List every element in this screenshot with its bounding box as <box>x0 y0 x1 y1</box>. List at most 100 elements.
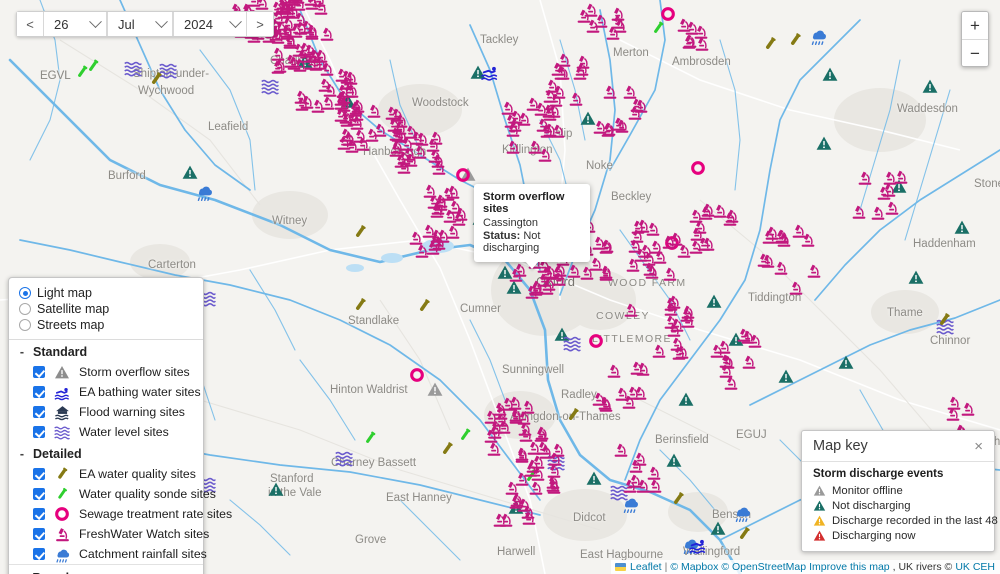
freshwater-watch-marker[interactable] <box>592 119 609 136</box>
freshwater-watch-marker[interactable] <box>790 222 807 239</box>
freshwater-watch-marker[interactable] <box>306 48 323 65</box>
ea-water-quality-marker[interactable] <box>352 297 369 314</box>
checkbox[interactable] <box>33 386 45 398</box>
storm-overflow-marker[interactable] <box>678 391 695 408</box>
freshwater-watch-marker[interactable] <box>541 275 558 292</box>
freshwater-watch-marker[interactable] <box>578 265 595 282</box>
storm-overflow-marker[interactable] <box>710 520 727 537</box>
storm-overflow-marker[interactable] <box>182 164 199 181</box>
freshwater-watch-marker[interactable] <box>286 0 303 4</box>
sewage-treatment-rate-marker[interactable] <box>455 167 471 183</box>
water-level-marker[interactable] <box>260 77 280 95</box>
layer-row-flood-warning-sites[interactable]: Flood warning sites <box>9 402 203 422</box>
freshwater-watch-marker[interactable] <box>492 512 509 529</box>
freshwater-watch-marker[interactable] <box>676 242 693 259</box>
freshwater-watch-marker[interactable] <box>851 204 868 221</box>
checkbox[interactable] <box>33 548 45 560</box>
storm-overflow-marker[interactable] <box>908 269 925 286</box>
freshwater-watch-marker[interactable] <box>507 494 524 511</box>
freshwater-watch-marker[interactable] <box>676 16 693 33</box>
mapbox-link[interactable]: © Mapbox <box>670 561 718 573</box>
storm-overflow-marker[interactable] <box>778 368 795 385</box>
checkbox[interactable] <box>33 426 45 438</box>
month-select[interactable]: Jul <box>107 12 173 36</box>
basemap-radio-group[interactable]: Light map Satellite map Streets map <box>9 278 203 340</box>
basemap-option-light-map[interactable]: Light map <box>19 285 193 301</box>
freshwater-watch-marker[interactable] <box>549 442 566 459</box>
freshwater-watch-marker[interactable] <box>741 354 758 371</box>
freshwater-watch-marker[interactable] <box>293 88 310 105</box>
water-quality-sonde-marker[interactable] <box>457 427 474 444</box>
freshwater-watch-marker[interactable] <box>643 264 660 281</box>
water-quality-sonde-marker[interactable] <box>362 430 379 447</box>
storm-overflow-marker[interactable] <box>822 66 839 83</box>
date-selector-bar[interactable]: < 26 Jul 2024 > <box>16 11 274 37</box>
base-layers-toggle[interactable]: + Base layers <box>9 564 203 574</box>
freshwater-watch-marker[interactable] <box>628 360 645 377</box>
freshwater-watch-marker[interactable] <box>363 127 380 144</box>
freshwater-watch-marker[interactable] <box>881 170 898 187</box>
storm-overflow-marker[interactable] <box>586 470 603 487</box>
freshwater-watch-marker[interactable] <box>571 64 588 81</box>
freshwater-watch-marker[interactable] <box>621 478 638 495</box>
openstreetmap-link[interactable]: © OpenStreetMap <box>721 561 806 573</box>
layer-row-ea-water-quality-sites[interactable]: EA water quality sites <box>9 464 203 484</box>
freshwater-watch-marker[interactable] <box>319 25 336 42</box>
radio-button[interactable] <box>19 319 31 331</box>
previous-day-button[interactable]: < <box>17 12 43 36</box>
freshwater-watch-marker[interactable] <box>709 342 726 359</box>
close-icon[interactable]: × <box>972 439 985 454</box>
freshwater-watch-marker[interactable] <box>568 91 585 108</box>
freshwater-watch-marker[interactable] <box>959 400 976 417</box>
freshwater-watch-marker[interactable] <box>550 122 567 139</box>
storm-overflow-marker[interactable] <box>816 135 833 152</box>
catchment-rainfall-marker[interactable] <box>732 504 752 523</box>
layer-row-sewage-treatment-rate-sites[interactable]: Sewage treatment rate sites <box>9 504 232 524</box>
freshwater-watch-marker[interactable] <box>253 0 270 12</box>
map-key-panel[interactable]: Map key × Storm discharge events Monitor… <box>801 430 1000 552</box>
freshwater-watch-marker[interactable] <box>673 344 690 361</box>
freshwater-watch-marker[interactable] <box>316 76 333 93</box>
catchment-rainfall-marker[interactable] <box>194 183 214 202</box>
water-level-marker[interactable] <box>562 334 582 352</box>
freshwater-watch-marker[interactable] <box>502 113 519 130</box>
year-select[interactable]: 2024 <box>173 12 247 36</box>
freshwater-watch-marker[interactable] <box>597 263 614 280</box>
zoom-control[interactable]: + − <box>961 11 989 67</box>
freshwater-watch-marker[interactable] <box>869 204 886 221</box>
layer-row-ea-bathing-water-sites[interactable]: EA bathing water sites <box>9 382 203 402</box>
freshwater-watch-marker[interactable] <box>764 224 781 241</box>
storm-overflow-marker[interactable] <box>427 381 444 398</box>
freshwater-watch-marker[interactable] <box>662 296 679 313</box>
freshwater-watch-marker[interactable] <box>421 183 438 200</box>
storm-overflow-marker[interactable] <box>922 78 939 95</box>
layer-section-header-standard[interactable]: - Standard <box>9 340 203 362</box>
freshwater-watch-marker[interactable] <box>724 208 741 225</box>
checkbox[interactable] <box>33 468 45 480</box>
checkbox[interactable] <box>33 508 45 520</box>
freshwater-watch-marker[interactable] <box>747 333 764 350</box>
freshwater-watch-marker[interactable] <box>624 384 641 401</box>
ea-water-quality-marker[interactable] <box>439 441 456 458</box>
freshwater-watch-marker[interactable] <box>609 14 626 31</box>
freshwater-watch-marker[interactable] <box>787 279 804 296</box>
storm-overflow-marker[interactable] <box>706 293 723 310</box>
freshwater-watch-marker[interactable] <box>504 139 521 156</box>
ea-water-quality-marker[interactable] <box>762 36 779 53</box>
freshwater-watch-marker[interactable] <box>528 480 545 497</box>
freshwater-watch-marker[interactable] <box>303 24 320 41</box>
freshwater-watch-marker[interactable] <box>700 201 717 218</box>
freshwater-watch-marker[interactable] <box>605 362 622 379</box>
freshwater-watch-marker[interactable] <box>597 395 614 412</box>
ea-water-quality-marker[interactable] <box>787 32 804 49</box>
freshwater-watch-marker[interactable] <box>548 92 565 109</box>
freshwater-watch-marker[interactable] <box>651 343 668 360</box>
freshwater-watch-marker[interactable] <box>613 442 630 459</box>
storm-overflow-marker[interactable] <box>268 481 285 498</box>
freshwater-watch-marker[interactable] <box>507 406 524 423</box>
freshwater-watch-marker[interactable] <box>661 265 678 282</box>
sewage-treatment-rate-marker[interactable] <box>409 367 425 383</box>
site-popup[interactable]: Storm overflow sites Cassington Status: … <box>474 184 590 269</box>
checkbox[interactable] <box>33 366 45 378</box>
freshwater-watch-marker[interactable] <box>668 317 685 334</box>
